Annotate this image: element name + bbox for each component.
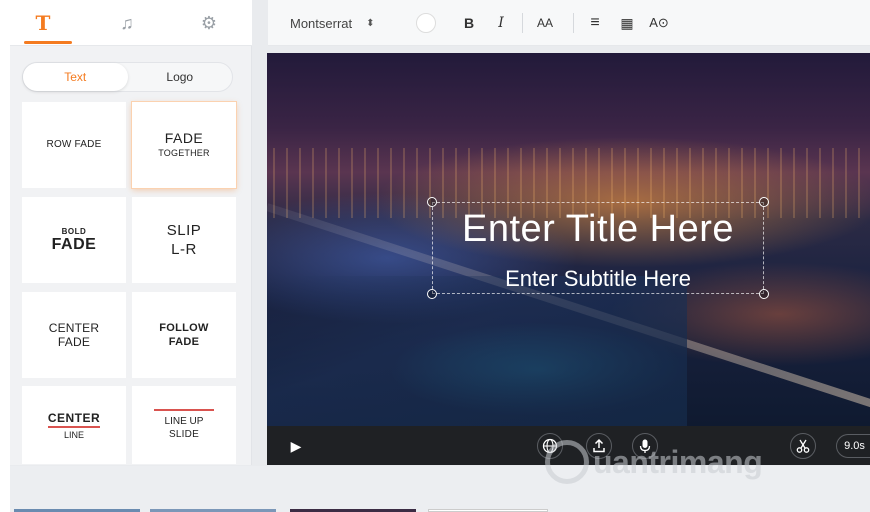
warehouse-rooftops <box>267 276 687 426</box>
style-card-center-fade[interactable]: CENTER FADE <box>22 292 126 378</box>
updown-caret-icon: ⬍ <box>366 17 375 29</box>
segment-text-button[interactable]: Text <box>23 63 128 91</box>
watermark-text: uantrimang <box>593 443 763 480</box>
style-card-sublabel: FADE <box>168 336 200 348</box>
style-card-label: LINE UP <box>154 408 214 428</box>
style-card-sublabel: L-R <box>171 241 197 258</box>
italic-button[interactable]: I <box>490 0 512 46</box>
style-card-follow-fade[interactable]: FOLLOW FADE <box>132 292 236 378</box>
tab-music[interactable]: ♫ <box>94 0 160 46</box>
style-card-label: ROW FADE <box>46 139 102 150</box>
tab-text[interactable]: T <box>10 0 76 46</box>
style-card-sublabel: FADE <box>57 335 91 349</box>
grid-button[interactable]: ▦ <box>616 0 638 46</box>
watermark-logo <box>545 440 589 484</box>
duration-value: 9.0s <box>844 440 865 452</box>
style-card-label: CENTER <box>48 321 100 335</box>
play-button[interactable]: ▶ <box>283 433 309 459</box>
text-toolbar: Montserrat ⬍ B I AA ≡ ▦ A⊙ <box>268 0 870 46</box>
sidebar: T ♫ ⚙ Text Logo ROW FADE FADE TOGETHER B… <box>10 0 252 465</box>
style-card-slip-lr[interactable]: SLIP L-R <box>132 197 236 283</box>
app-frame: T ♫ ⚙ Text Logo ROW FADE FADE TOGETHER B… <box>0 0 870 512</box>
bold-icon: B <box>463 15 475 31</box>
style-card-sublabel: LINE <box>63 429 84 440</box>
toolbar-divider <box>522 13 523 33</box>
video-title-text[interactable]: Enter Title Here <box>432 208 764 251</box>
music-note-icon: ♫ <box>120 12 134 33</box>
text-effect-button[interactable]: A⊙ <box>646 0 672 46</box>
style-card-center-line[interactable]: CENTER LINE <box>22 386 126 464</box>
text-effect-icon: A⊙ <box>649 15 669 30</box>
text-icon: T <box>35 11 51 35</box>
tab-settings[interactable]: ⚙ <box>176 0 242 46</box>
text-logo-toggle: Text Logo <box>22 62 233 92</box>
italic-icon: I <box>498 15 504 31</box>
gear-icon: ⚙ <box>200 12 218 33</box>
grid-icon: ▦ <box>620 14 634 31</box>
watermark: uantrimang <box>545 432 815 492</box>
style-card-label: BOLD <box>61 226 87 236</box>
style-card-sublabel: TOGETHER <box>158 148 210 158</box>
style-card-bold-fade[interactable]: BOLD FADE <box>22 197 126 283</box>
bold-button[interactable]: B <box>458 0 480 46</box>
align-button[interactable]: ≡ <box>584 0 606 46</box>
style-card-fade-together[interactable]: FADE TOGETHER <box>132 102 236 188</box>
font-size-button[interactable]: AA <box>532 0 558 46</box>
style-card-label: CENTER <box>47 411 101 428</box>
video-subtitle-text[interactable]: Enter Subtitle Here <box>416 266 780 292</box>
style-card-sublabel: FADE <box>51 235 97 253</box>
font-family-value: Montserrat <box>290 15 353 31</box>
style-card-line-up-slide[interactable]: LINE UP SLIDE <box>132 386 236 464</box>
left-edge <box>0 0 10 512</box>
toolbar-divider <box>573 13 574 33</box>
style-card-row-fade[interactable]: ROW FADE <box>22 102 126 188</box>
resize-handle-top-right[interactable] <box>759 197 769 207</box>
text-color-picker[interactable] <box>412 0 440 46</box>
duration-badge[interactable]: 9.0s <box>836 434 870 458</box>
color-swatch <box>416 13 436 33</box>
style-card-label: SLIP <box>166 222 202 239</box>
style-card-label: FADE <box>164 130 204 146</box>
play-icon: ▶ <box>290 437 302 454</box>
style-card-sublabel: SLIDE <box>169 428 199 440</box>
style-card-label: FOLLOW <box>159 322 209 334</box>
sidebar-tabbar: T ♫ ⚙ <box>10 0 252 46</box>
font-size-icon: AA <box>536 16 553 30</box>
font-family-select[interactable]: Montserrat ⬍ <box>290 0 390 46</box>
align-icon: ≡ <box>590 14 600 31</box>
segment-logo-button[interactable]: Logo <box>128 63 233 91</box>
resize-handle-top-left[interactable] <box>427 197 437 207</box>
